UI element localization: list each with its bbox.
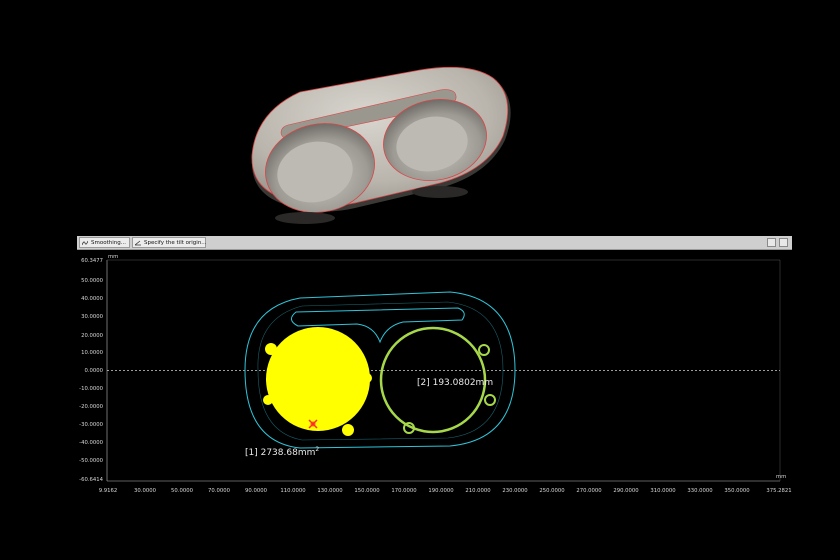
specify-tilt-origin-label: Specify the tilt origin... [144, 240, 207, 246]
y-tick-label: 20.0000 [81, 333, 104, 339]
part-3d-render [251, 66, 511, 224]
x-tick-label: 210.0000 [465, 488, 491, 494]
x-tick-label: 9.9162 [99, 488, 118, 494]
x-tick-label: 290.0000 [613, 488, 639, 494]
section-plot: mm 60.3477 50.0000 40.0000 30.0000 20.00… [79, 254, 792, 494]
restore-window-button[interactable] [779, 238, 788, 247]
x-tick-label: 330.0000 [687, 488, 713, 494]
x-tick-label: 350.0000 [724, 488, 750, 494]
x-tick-label: 110.0000 [280, 488, 306, 494]
y-tick-label: 0.0000 [84, 368, 103, 374]
x-tick-label: 310.0000 [650, 488, 676, 494]
y-tick-label: -30.0000 [79, 422, 103, 428]
y-tick-label: 50.0000 [81, 278, 104, 284]
x-tick-label: 270.0000 [576, 488, 602, 494]
y-tick-label: 40.0000 [81, 296, 104, 302]
area-annotation: [1] 2738.68mm2 [245, 446, 319, 458]
filled-area-lobe [342, 424, 354, 436]
y-tick-label: -50.0000 [79, 458, 103, 464]
smoothing-icon [82, 240, 88, 246]
x-tick-label: 130.0000 [317, 488, 343, 494]
y-tick-label: -10.0000 [79, 386, 103, 392]
x-tick-label: 190.0000 [428, 488, 454, 494]
filled-area-lobe [263, 395, 273, 405]
y-tick-label: -60.6414 [79, 477, 103, 483]
y-tick-label: -40.0000 [79, 440, 103, 446]
filled-area-lobe [362, 373, 372, 383]
x-tick-label: 230.0000 [502, 488, 528, 494]
length-annotation-text: [2] 193.0802mm [417, 378, 493, 388]
x-tick-label: 70.0000 [208, 488, 231, 494]
smoothing-button[interactable]: Smoothing... [79, 237, 130, 248]
filled-area-region [266, 327, 370, 431]
y-tick-label: 60.3477 [81, 258, 103, 264]
section-contours [244, 291, 516, 449]
y-unit-label: mm [108, 254, 118, 260]
tilt-origin-icon [135, 240, 141, 246]
x-unit-label: mm [776, 474, 786, 480]
y-tick-label: -20.0000 [79, 404, 103, 410]
x-tick-labels: 9.9162 30.0000 50.0000 70.0000 90.0000 1… [99, 488, 792, 494]
area-annotation-text: [1] 2738.68mm [245, 448, 315, 458]
specify-tilt-origin-button[interactable]: Specify the tilt origin... [132, 237, 207, 248]
y-tick-label: 30.0000 [81, 314, 104, 320]
area-annotation-sup: 2 [315, 446, 319, 453]
x-tick-label: 150.0000 [354, 488, 380, 494]
x-tick-label: 30.0000 [134, 488, 157, 494]
ring-lobe [484, 394, 496, 406]
tray-body [251, 66, 511, 224]
minimize-window-button[interactable] [767, 238, 776, 247]
smoothing-label: Smoothing... [91, 240, 126, 246]
y-tick-labels: 60.3477 50.0000 40.0000 30.0000 20.0000 … [79, 258, 103, 483]
x-tick-label: 170.0000 [391, 488, 417, 494]
filled-area-lobe [265, 343, 277, 355]
x-tick-label: 250.0000 [539, 488, 565, 494]
length-annotation: [2] 193.0802mm [417, 378, 493, 388]
analysis-toolbar: Smoothing... Specify the tilt origin... [77, 236, 792, 250]
y-tick-label: 10.0000 [81, 350, 104, 356]
x-tick-label: 50.0000 [171, 488, 194, 494]
ring-lobe [478, 344, 490, 356]
x-tick-label: 375.2821 [766, 488, 791, 494]
x-tick-label: 90.0000 [245, 488, 268, 494]
